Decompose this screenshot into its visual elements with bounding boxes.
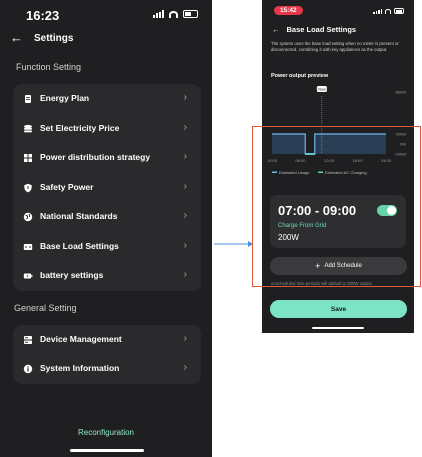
chevron-right-icon: ›: [183, 362, 187, 373]
reconfiguration-link[interactable]: Reconfiguration: [0, 428, 212, 437]
highlight-box: [252, 126, 421, 287]
signal-icon: [373, 8, 382, 14]
menu-item-national-standards[interactable]: National Standards ›: [13, 202, 201, 232]
chevron-right-icon: ›: [183, 121, 187, 133]
menu-item-battery-settings[interactable]: battery settings ›: [13, 261, 201, 291]
wifi-icon: [385, 8, 391, 14]
menu-item-system-information[interactable]: System Information ›: [13, 354, 201, 384]
menu-item-label: Energy Plan: [40, 93, 90, 103]
description-text: The system uses the base load setting wh…: [271, 41, 399, 52]
back-arrow-icon[interactable]: ←: [10, 30, 23, 45]
status-time-pill: 15:42: [274, 6, 303, 15]
back-arrow-icon[interactable]: ←: [272, 25, 280, 34]
database-coins-icon: [24, 124, 32, 132]
menu-item-label: battery settings: [40, 270, 104, 280]
info-icon: [23, 364, 33, 374]
battery-status-icon: [183, 10, 198, 18]
menu-item-set-electricity-price[interactable]: Set Electricity Price ›: [13, 114, 201, 144]
menu-item-label: Safety Power: [40, 181, 94, 192]
home-indicator[interactable]: [312, 327, 364, 329]
battery-status-icon: [394, 8, 404, 14]
menu-item-power-distribution-strategy[interactable]: Power distribution strategy ›: [13, 143, 201, 173]
menu-item-label: Set Electricity Price: [40, 122, 120, 133]
save-button[interactable]: Save: [270, 300, 407, 318]
preview-label: Power output preview: [271, 73, 329, 79]
menu-item-label: System Information: [40, 363, 120, 373]
chevron-right-icon: ›: [183, 210, 187, 221]
page-title: Settings: [34, 33, 74, 44]
menu-item-label: Base Load Settings: [40, 240, 119, 251]
home-indicator[interactable]: [70, 449, 144, 452]
function-settings-card: Energy Plan › Set Electricity Price › Po…: [13, 84, 201, 291]
menu-item-device-management[interactable]: Device Management ›: [13, 325, 201, 355]
energy-plan-icon: [25, 95, 31, 103]
header: ← Base Load Settings: [272, 25, 356, 34]
chevron-right-icon: ›: [183, 180, 187, 192]
menu-item-safety-power[interactable]: Safety Power ›: [13, 173, 201, 203]
menu-item-base-load-settings[interactable]: Base Load Settings ›: [13, 232, 201, 262]
page-title: Base Load Settings: [286, 25, 357, 34]
wifi-icon: [169, 10, 178, 18]
distribution-grid-icon: [24, 154, 32, 162]
device-icon: [24, 335, 32, 344]
shield-icon: [24, 183, 32, 192]
connector-arrow-icon: [214, 241, 253, 247]
chevron-right-icon: ›: [183, 92, 187, 103]
battery-icon: [23, 273, 33, 279]
chevron-right-icon: ›: [183, 239, 187, 251]
chevron-right-icon: ›: [183, 151, 187, 162]
status-icons: [153, 10, 198, 18]
menu-item-label: Device Management: [40, 333, 122, 344]
status-bar: 16:23: [0, 0, 212, 28]
menu-item-label: Power distribution strategy: [40, 152, 151, 162]
globe-icon: [23, 212, 33, 222]
function-setting-label: Function Setting: [16, 62, 82, 72]
status-icons: [373, 8, 404, 14]
signal-icon: [153, 10, 164, 18]
status-time: 16:23: [26, 8, 60, 23]
menu-item-label: National Standards: [40, 211, 118, 221]
y-tick-label: 800W: [396, 90, 407, 95]
settings-screen: 16:23 ← Settings Function Setting Energy…: [0, 0, 212, 457]
general-setting-label: General Setting: [14, 302, 77, 313]
header: ← Settings: [0, 28, 212, 52]
now-label: Now: [318, 88, 326, 92]
chevron-right-icon: ›: [183, 269, 187, 280]
chevron-right-icon: ›: [183, 332, 187, 344]
base-load-icon: [23, 243, 33, 250]
general-settings-card: Device Management › System Information ›: [13, 324, 201, 384]
menu-item-energy-plan[interactable]: Energy Plan ›: [13, 84, 201, 114]
